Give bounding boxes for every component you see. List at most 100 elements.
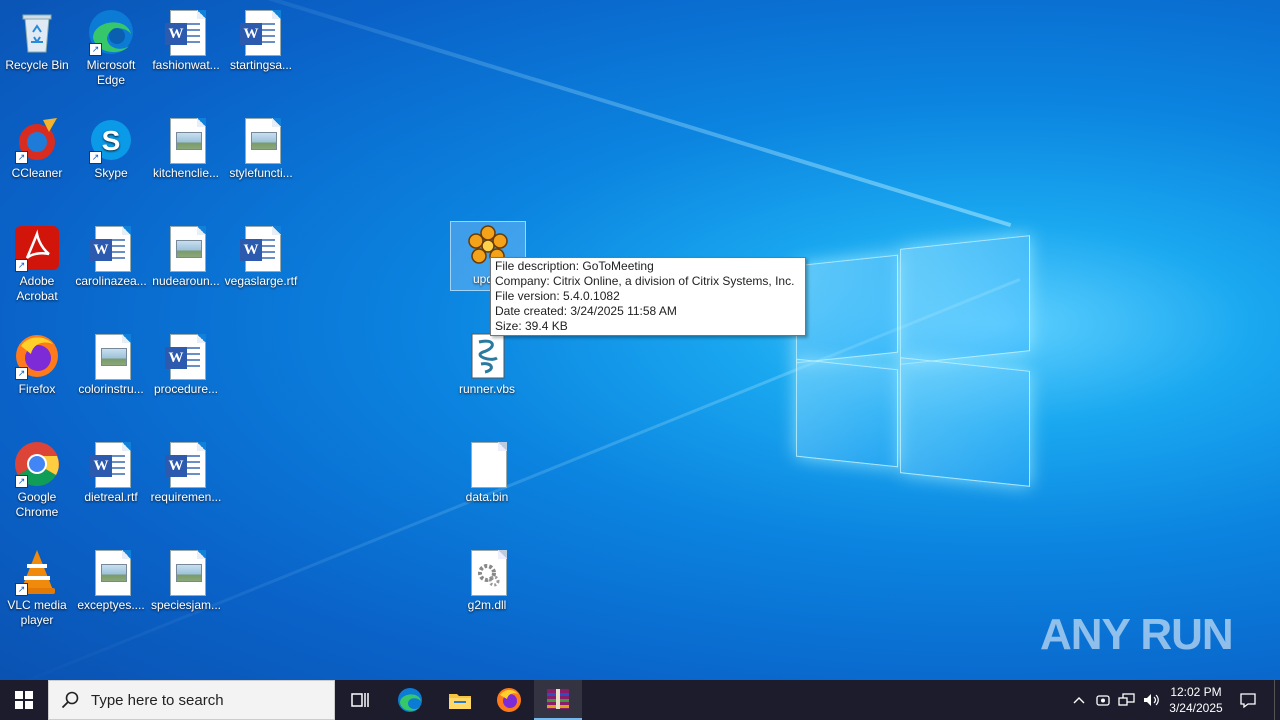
icon-label: Microsoft Edge (86, 58, 136, 87)
tooltip-version: File version: 5.4.0.1082 (495, 289, 620, 303)
word-document-icon: W (237, 8, 285, 56)
folder-icon (449, 694, 471, 709)
desktop-icon-speciesjam[interactable]: speciesjam... (149, 548, 223, 613)
shortcut-arrow-icon: ↗ (15, 367, 28, 380)
desktop-icon-microsoft-edge[interactable]: ↗ Microsoft Edge (74, 8, 148, 88)
desktop-icon-vegaslarge[interactable]: W vegaslarge.rtf (224, 224, 298, 289)
taskbar-edge-button[interactable] (386, 680, 434, 720)
search-icon (61, 691, 79, 709)
word-document-icon: W (162, 8, 210, 56)
clock-date: 3/24/2025 (1169, 701, 1223, 715)
desktop-icon-data-bin[interactable]: data.bin (450, 440, 524, 505)
recycle-bin-icon (13, 8, 61, 56)
icon-label: kitchenclie... (152, 166, 220, 180)
dll-gear-file-icon (463, 548, 511, 596)
taskbar-winrar-button[interactable] (534, 680, 582, 720)
desktop-icon-adobe-acrobat[interactable]: ↗ Adobe Acrobat (0, 224, 74, 304)
firefox-icon: ↗ (13, 332, 61, 380)
icon-label: colorinstru... (78, 382, 144, 396)
icon-label: speciesjam... (150, 598, 222, 612)
tray-clock[interactable]: 12:02 PM 3/24/2025 (1164, 680, 1228, 720)
tooltip-date-created: Date created: 3/24/2025 11:58 AM (495, 304, 677, 318)
clock-time: 12:02 PM (1170, 685, 1222, 699)
edge-icon (398, 688, 422, 712)
word-document-icon: W (162, 332, 210, 380)
desktop-icon-stylefuncti[interactable]: stylefuncti... (224, 116, 298, 181)
shortcut-arrow-icon: ↗ (15, 151, 28, 164)
image-file-icon (237, 116, 285, 164)
icon-label: nudearoun... (152, 274, 220, 288)
desktop-icon-ccleaner[interactable]: ↗ CCleaner (0, 116, 74, 181)
search-placeholder: Type here to search (91, 691, 224, 709)
word-document-icon: W (87, 440, 135, 488)
desktop-icon-startingsa[interactable]: W startingsa... (224, 8, 298, 73)
desktop-icon-firefox[interactable]: ↗ Firefox (0, 332, 74, 397)
icon-label: carolinazea... (75, 274, 147, 288)
task-view-icon (351, 693, 369, 707)
windows-wallpaper-logo (796, 235, 1030, 487)
desktop-icon-exceptyes[interactable]: exceptyes.... (74, 548, 148, 613)
show-hidden-icons-button[interactable] (1068, 680, 1090, 720)
taskbar-file-explorer-button[interactable] (436, 680, 484, 720)
taskbar-firefox-button[interactable] (485, 680, 533, 720)
icon-label: Skype (94, 166, 128, 180)
ccleaner-icon: ↗ (13, 116, 61, 164)
tray-volume-button[interactable] (1140, 680, 1162, 720)
volume-icon (1144, 694, 1159, 706)
word-document-icon: W (87, 224, 135, 272)
image-file-icon (87, 332, 135, 380)
desktop-icon-nudearoun[interactable]: nudearoun... (149, 224, 223, 289)
shortcut-arrow-icon: ↗ (89, 43, 102, 56)
chrome-icon: ↗ (13, 440, 61, 488)
desktop-icon-procedure[interactable]: W procedure... (149, 332, 223, 397)
desktop-icon-runner-vbs[interactable]: runner.vbs (450, 332, 524, 397)
icon-label: stylefuncti... (229, 166, 293, 180)
blank-file-icon (463, 440, 511, 488)
desktop-icon-kitchenclie[interactable]: kitchenclie... (149, 116, 223, 181)
show-desktop-divider[interactable] (1274, 680, 1275, 720)
desktop-icon-g2m-dll[interactable]: g2m.dll (450, 548, 524, 613)
desktop-icon-carolinazea[interactable]: W carolinazea... (74, 224, 148, 289)
adobe-acrobat-icon: ↗ (13, 224, 61, 272)
desktop-icon-dietreal[interactable]: W dietreal.rtf (74, 440, 148, 505)
meet-now-icon (1096, 695, 1110, 706)
icon-label: runner.vbs (458, 382, 516, 396)
icon-label: g2m.dll (467, 598, 507, 612)
word-document-icon: W (237, 224, 285, 272)
icon-label: requiremen... (150, 490, 222, 504)
image-file-icon (162, 548, 210, 596)
taskbar-search-box[interactable]: Type here to search (48, 680, 335, 720)
icon-label: CCleaner (11, 166, 63, 180)
network-icon (1118, 693, 1135, 706)
icon-label: procedure... (153, 382, 219, 396)
icon-label: exceptyes.... (77, 598, 145, 612)
tray-meet-button[interactable] (1092, 680, 1114, 720)
tooltip-size: Size: 39.4 KB (495, 319, 568, 333)
vlc-icon: ↗ (13, 548, 61, 596)
icon-label: data.bin (465, 490, 509, 504)
tray-network-button[interactable] (1116, 680, 1138, 720)
shortcut-arrow-icon: ↗ (15, 583, 28, 596)
desktop-icon-skype[interactable]: S ↗ Skype (74, 116, 148, 181)
desktop-icon-fashionwat[interactable]: W fashionwat... (149, 8, 223, 73)
task-view-button[interactable] (336, 680, 384, 720)
file-tooltip: File description: GoToMeeting Company: C… (490, 257, 806, 336)
desktop-icon-recycle-bin[interactable]: Recycle Bin (0, 8, 74, 73)
windows-start-icon (15, 691, 33, 709)
image-file-icon (87, 548, 135, 596)
start-button[interactable] (0, 680, 48, 720)
icon-label: dietreal.rtf (84, 490, 138, 504)
shortcut-arrow-icon: ↗ (15, 475, 28, 488)
icon-label: fashionwat... (152, 58, 220, 72)
image-file-icon (162, 224, 210, 272)
desktop-icon-vlc[interactable]: ↗ VLC media player (0, 548, 74, 628)
desktop-icon-colorinstru[interactable]: colorinstru... (74, 332, 148, 397)
shortcut-arrow-icon: ↗ (15, 259, 28, 272)
word-document-icon: W (162, 440, 210, 488)
notification-icon (1240, 693, 1256, 709)
tooltip-description: File description: GoToMeeting (495, 259, 654, 273)
desktop-icon-google-chrome[interactable]: ↗ Google Chrome (0, 440, 74, 520)
action-center-button[interactable] (1232, 680, 1264, 720)
svg-text:S: S (102, 125, 121, 156)
desktop-icon-requiremen[interactable]: W requiremen... (149, 440, 223, 505)
